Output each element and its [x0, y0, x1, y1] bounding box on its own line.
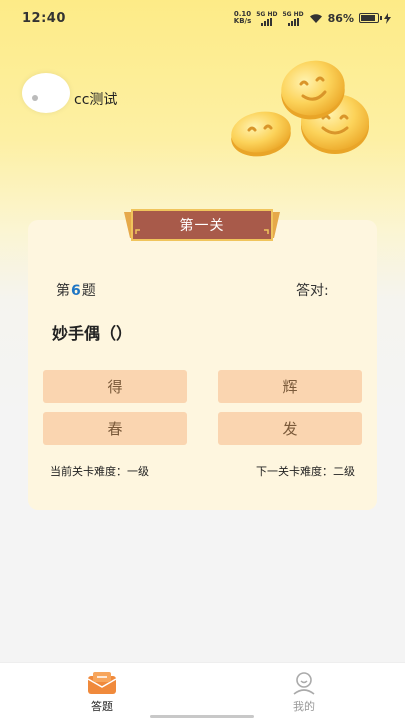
level-title: 第一关	[179, 218, 225, 234]
answer-option-3[interactable]: 春	[43, 412, 187, 445]
sim1-label: 5G HD	[256, 10, 278, 18]
username: cc测试	[74, 92, 118, 108]
battery-fill	[361, 15, 375, 21]
next-difficulty: 下一关卡难度：二级	[256, 465, 355, 478]
signal-sim2-icon: 5G HD	[282, 10, 304, 26]
bottom-nav: 答题 我的	[0, 662, 405, 720]
network-speed: 0.10 KB/s	[234, 11, 251, 25]
signal-sim1-icon: 5G HD	[256, 11, 277, 26]
charging-bolt-icon	[384, 12, 391, 24]
profile-icon	[293, 672, 315, 695]
battery-icon	[359, 13, 382, 23]
answer-option-2[interactable]: 辉	[218, 370, 362, 403]
coins-illustration	[231, 60, 369, 157]
sim2-label: 5G HD	[282, 10, 304, 18]
home-indicator[interactable]	[150, 715, 254, 718]
clock: 12:40	[22, 10, 66, 26]
question-number-value: 6	[71, 283, 81, 299]
answer-option-1[interactable]: 得	[43, 370, 187, 403]
question-text: 妙手偶（）	[52, 324, 133, 343]
nav-label-quiz: 答题	[91, 700, 113, 713]
question-number: 第6题	[56, 280, 96, 300]
battery-percent: 86%	[327, 11, 354, 25]
wifi-icon	[309, 13, 322, 23]
nav-tab-mine[interactable]: 我的	[274, 671, 334, 714]
answer-option-4[interactable]: 发	[218, 412, 362, 445]
quiz-envelope-icon	[87, 672, 117, 694]
nav-tab-quiz[interactable]: 答题	[72, 671, 132, 714]
status-bar: 12:40 0.10 KB/s 5G HD 5G HD 86%	[0, 0, 405, 36]
correct-count: 答对:	[296, 283, 329, 299]
nav-label-mine: 我的	[293, 700, 315, 713]
current-difficulty: 当前关卡难度：一级	[50, 465, 149, 478]
status-icons: 0.10 KB/s 5G HD 5G HD 86%	[234, 11, 391, 26]
question-prefix: 第	[56, 283, 70, 299]
network-speed-unit: KB/s	[233, 17, 252, 25]
question-suffix: 题	[81, 283, 96, 299]
avatar[interactable]	[22, 73, 70, 113]
